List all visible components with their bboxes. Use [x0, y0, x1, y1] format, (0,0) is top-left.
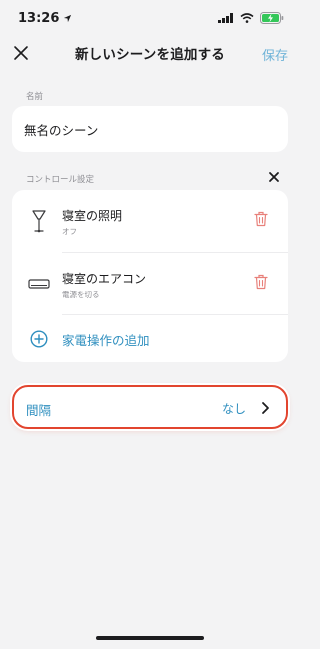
divider: [62, 314, 288, 315]
interval-row[interactable]: 間隔 なし: [12, 385, 288, 429]
battery-charging-icon: [260, 12, 284, 24]
interval-label: 間隔: [26, 403, 52, 418]
status-time: 13:26: [18, 10, 60, 26]
trash-icon[interactable]: [254, 211, 268, 227]
status-left: 13:26: [18, 11, 72, 26]
close-icon[interactable]: [10, 42, 32, 64]
control-item-bedroom-ac[interactable]: 寝室のエアコン 電源を切る: [12, 253, 288, 313]
save-button[interactable]: 保存: [262, 45, 288, 64]
location-arrow-icon: [64, 14, 72, 22]
status-right: [218, 12, 284, 24]
add-device-action-button[interactable]: 家電操作の追加: [12, 318, 288, 360]
floor-lamp-icon: [32, 210, 46, 233]
wifi-icon: [240, 13, 254, 23]
device-status: 電源を切る: [62, 290, 100, 299]
control-list: 寝室の照明 オフ 寝室のエアコン 電源を切る 家電操作の追加: [12, 190, 288, 362]
chevron-right-icon: [262, 402, 269, 414]
close-control-section-icon[interactable]: [266, 169, 282, 185]
air-conditioner-icon: [28, 279, 50, 289]
control-item-bedroom-light[interactable]: 寝室の照明 オフ: [12, 190, 288, 250]
page-title: 新しいシーンを追加する: [74, 47, 226, 63]
status-bar: 13:26: [0, 0, 300, 36]
add-circle-icon: [30, 330, 48, 348]
nav-bar: 新しいシーンを追加する 保存: [0, 36, 300, 70]
name-section-label: 名前: [26, 92, 44, 102]
control-section-label: コントロール設定: [26, 175, 95, 185]
home-indicator: [96, 636, 204, 640]
device-name: 寝室の照明: [62, 209, 123, 223]
add-device-action-label: 家電操作の追加: [62, 333, 150, 348]
device-name: 寝室のエアコン: [62, 272, 147, 286]
name-field[interactable]: 無名のシーン: [12, 106, 288, 152]
device-status: オフ: [62, 227, 77, 236]
trash-icon[interactable]: [254, 274, 268, 290]
interval-value: なし: [221, 402, 246, 416]
scene-name-value: 無名のシーン: [24, 122, 99, 138]
cellular-signal-icon: [218, 13, 233, 23]
